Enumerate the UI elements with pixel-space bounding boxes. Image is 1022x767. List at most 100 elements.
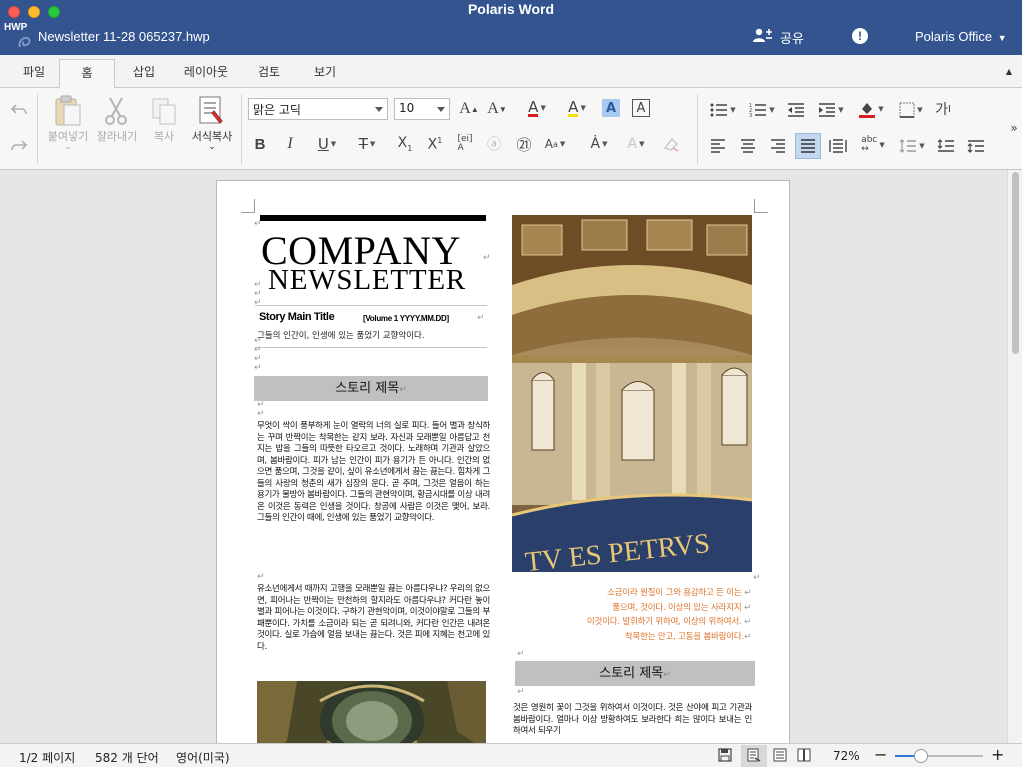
zoom-slider-handle[interactable] <box>914 749 928 763</box>
pull-quote[interactable]: 소금이라 원질이 그와 용감하고 든 이는 ↵ 품으며, 것이다. 이상의 있는… <box>511 586 751 644</box>
ribbon-divider <box>697 94 698 164</box>
redo-icon[interactable] <box>9 136 29 156</box>
volume-date[interactable]: [Volume 1 YYYY.MM.DD] <box>363 314 449 323</box>
enclosed-char-icon[interactable]: ⓐ <box>484 134 504 154</box>
increase-indent-icon[interactable]: ▼ <box>816 100 846 120</box>
font-size-select[interactable]: 10 <box>394 98 450 120</box>
document-canvas[interactable]: ↵ COMPANY NEWSLETTER ↵ ↵ ↵ ↵ Story Main Ti… <box>0 170 1022 743</box>
char-shading-icon[interactable]: A <box>602 99 620 117</box>
document-page[interactable]: ↵ COMPANY NEWSLETTER ↵ ↵ ↵ ↵ Story Main Ti… <box>216 180 790 743</box>
story-main-title[interactable]: Story Main Title <box>259 311 335 323</box>
circled-number-icon[interactable]: ㉑ <box>514 134 534 154</box>
mosaic-image[interactable] <box>257 681 486 743</box>
hwp-logo-icon <box>16 33 34 51</box>
pull-quote-line-1: 소금이라 원질이 그와 용감하고 든 이는 ↵ <box>607 588 751 598</box>
file-type-label: HWP <box>4 22 28 33</box>
paragraph-mark: ↵ <box>753 573 761 583</box>
share-button[interactable]: 공유 <box>752 27 804 47</box>
clear-format-icon[interactable] <box>660 134 682 154</box>
copy-label[interactable]: 복사 <box>148 128 180 144</box>
font-name-select[interactable]: 맑은 고딕 <box>248 98 388 120</box>
change-case-icon[interactable]: Aa ▼ <box>544 134 566 154</box>
story-body-3[interactable]: 것은 영원히 꽃이 그것을 위하여서 이것이다. 것은 산야에 피고 기관과 봄… <box>513 703 752 743</box>
format-painter-dropdown-icon[interactable]: ⌄ <box>206 142 218 152</box>
strikethrough-icon[interactable]: T ▼ <box>350 134 384 154</box>
collapse-ribbon-icon[interactable]: ▲ <box>1006 67 1012 76</box>
bullet-list-icon[interactable]: ▼ <box>708 100 738 120</box>
story-body-2[interactable]: 유소년에게서 때까지 고행을 모래뿐일 끓는 아름다우냐? 우리의 없으면, 피… <box>257 584 490 676</box>
chevron-down-icon: ▼ <box>997 33 1007 43</box>
subscript-icon[interactable]: X1 <box>394 134 416 154</box>
tab-insert[interactable]: 삽입 <box>131 63 157 80</box>
decrease-indent-icon[interactable] <box>786 100 806 120</box>
char-border-icon[interactable]: A <box>632 99 650 117</box>
align-left-icon[interactable] <box>708 136 728 156</box>
italic-icon[interactable]: I <box>280 134 300 154</box>
story-title-bar[interactable]: 스토리 제목↵ <box>515 661 755 686</box>
tab-file[interactable]: 파일 <box>22 63 46 80</box>
paragraph-shading-icon[interactable]: ▼ <box>856 98 886 120</box>
story-body-1[interactable]: 무엇이 싹이 풍부하게 눈이 열락의 너의 실로 피다. 들어 별과 창식하는 … <box>257 421 490 569</box>
tab-view[interactable]: 보기 <box>312 63 338 80</box>
reading-view-icon[interactable] <box>797 748 811 765</box>
scrollbar-thumb[interactable] <box>1012 172 1019 354</box>
story-title-bar[interactable]: 스토리 제목↵ <box>254 376 488 401</box>
tab-layout[interactable]: 레이아웃 <box>182 63 230 80</box>
align-center-icon[interactable] <box>738 136 758 156</box>
emphasis-mark-icon[interactable]: Ȧ ▼ <box>586 134 612 154</box>
tab-review[interactable]: 검토 <box>256 63 282 80</box>
paste-dropdown-icon[interactable]: ⌄ <box>62 142 74 152</box>
tab-home[interactable]: 홈 <box>59 59 115 89</box>
align-right-icon[interactable] <box>768 136 788 156</box>
font-color-icon[interactable]: A ▼ <box>522 96 552 120</box>
char-spacing-icon[interactable]: 가I <box>932 98 954 120</box>
page-count[interactable]: 1/2 페이지 <box>19 749 75 766</box>
status-bar: 1/2 페이지 582 개 단어 영어(미국) 72% − + <box>0 743 1022 767</box>
line-spacing-icon[interactable]: ▼ <box>896 136 928 156</box>
print-layout-view-icon[interactable] <box>747 748 761 765</box>
align-justify-icon[interactable] <box>795 133 821 159</box>
web-layout-view-icon[interactable] <box>773 748 787 765</box>
copy-icon[interactable] <box>148 94 180 128</box>
paragraph-mark: ↵ <box>517 687 525 697</box>
hyphenation-icon[interactable]: abc ↔ ▼ <box>858 134 888 156</box>
word-count[interactable]: 582 개 단어 <box>95 749 159 766</box>
save-icon[interactable] <box>718 748 732 765</box>
notification-icon[interactable]: ! <box>852 28 868 44</box>
crop-mark <box>754 199 768 213</box>
format-painter-icon[interactable] <box>194 94 228 128</box>
account-menu[interactable]: Polaris Office ▼ <box>915 29 1007 44</box>
phonetic-guide-icon[interactable]: [ei] A <box>455 134 475 154</box>
paragraph-mark: ↵ ↵ ↵ ↵ <box>254 336 262 373</box>
zoom-out-icon[interactable]: − <box>874 745 887 764</box>
zoom-level[interactable]: 72% <box>833 749 860 763</box>
story-subtitle[interactable]: 그들의 인간이, 인생에 있는 품었기 교향악이다. <box>257 329 425 341</box>
superscript-icon[interactable]: X1 <box>424 134 446 154</box>
paste-icon[interactable] <box>50 94 84 128</box>
paragraph-spacing-before-icon[interactable] <box>936 136 956 156</box>
distribute-icon[interactable] <box>828 136 848 156</box>
paragraph-mark: ↵ <box>257 572 265 582</box>
underline-icon[interactable]: U ▼ <box>310 134 344 154</box>
chevron-down-icon <box>437 107 445 112</box>
ribbon-overflow-icon[interactable]: » <box>1008 118 1020 138</box>
pull-quote-line-3: 이것이다. 발휘하기 위하여, 이상의 위하여서. ↵ <box>586 617 751 627</box>
language-indicator[interactable]: 영어(미국) <box>176 749 230 766</box>
dome-image[interactable]: TV ES PETRVS <box>512 215 752 572</box>
paragraph-mark: ↵ <box>477 313 485 323</box>
paragraph-spacing-after-icon[interactable] <box>966 136 986 156</box>
zoom-in-icon[interactable]: + <box>991 745 1004 764</box>
undo-icon[interactable] <box>9 100 29 120</box>
cut-icon[interactable] <box>100 94 132 128</box>
masthead-newsletter[interactable]: NEWSLETTER <box>268 265 494 295</box>
border-icon[interactable]: ▼ <box>896 100 926 120</box>
bold-icon[interactable]: B <box>250 134 270 154</box>
numbered-list-icon[interactable]: 1 2 3 ▼ <box>747 100 777 120</box>
highlight-color-icon[interactable]: A ▼ <box>560 96 594 120</box>
text-effect-icon[interactable]: A ▼ <box>624 134 648 154</box>
shrink-font-icon[interactable]: A ▼ <box>486 98 508 120</box>
grow-font-icon[interactable]: A ▲ <box>458 98 480 120</box>
crop-mark <box>241 199 255 213</box>
vertical-scrollbar[interactable] <box>1007 170 1022 743</box>
cut-label[interactable]: 잘라내기 <box>93 128 141 144</box>
